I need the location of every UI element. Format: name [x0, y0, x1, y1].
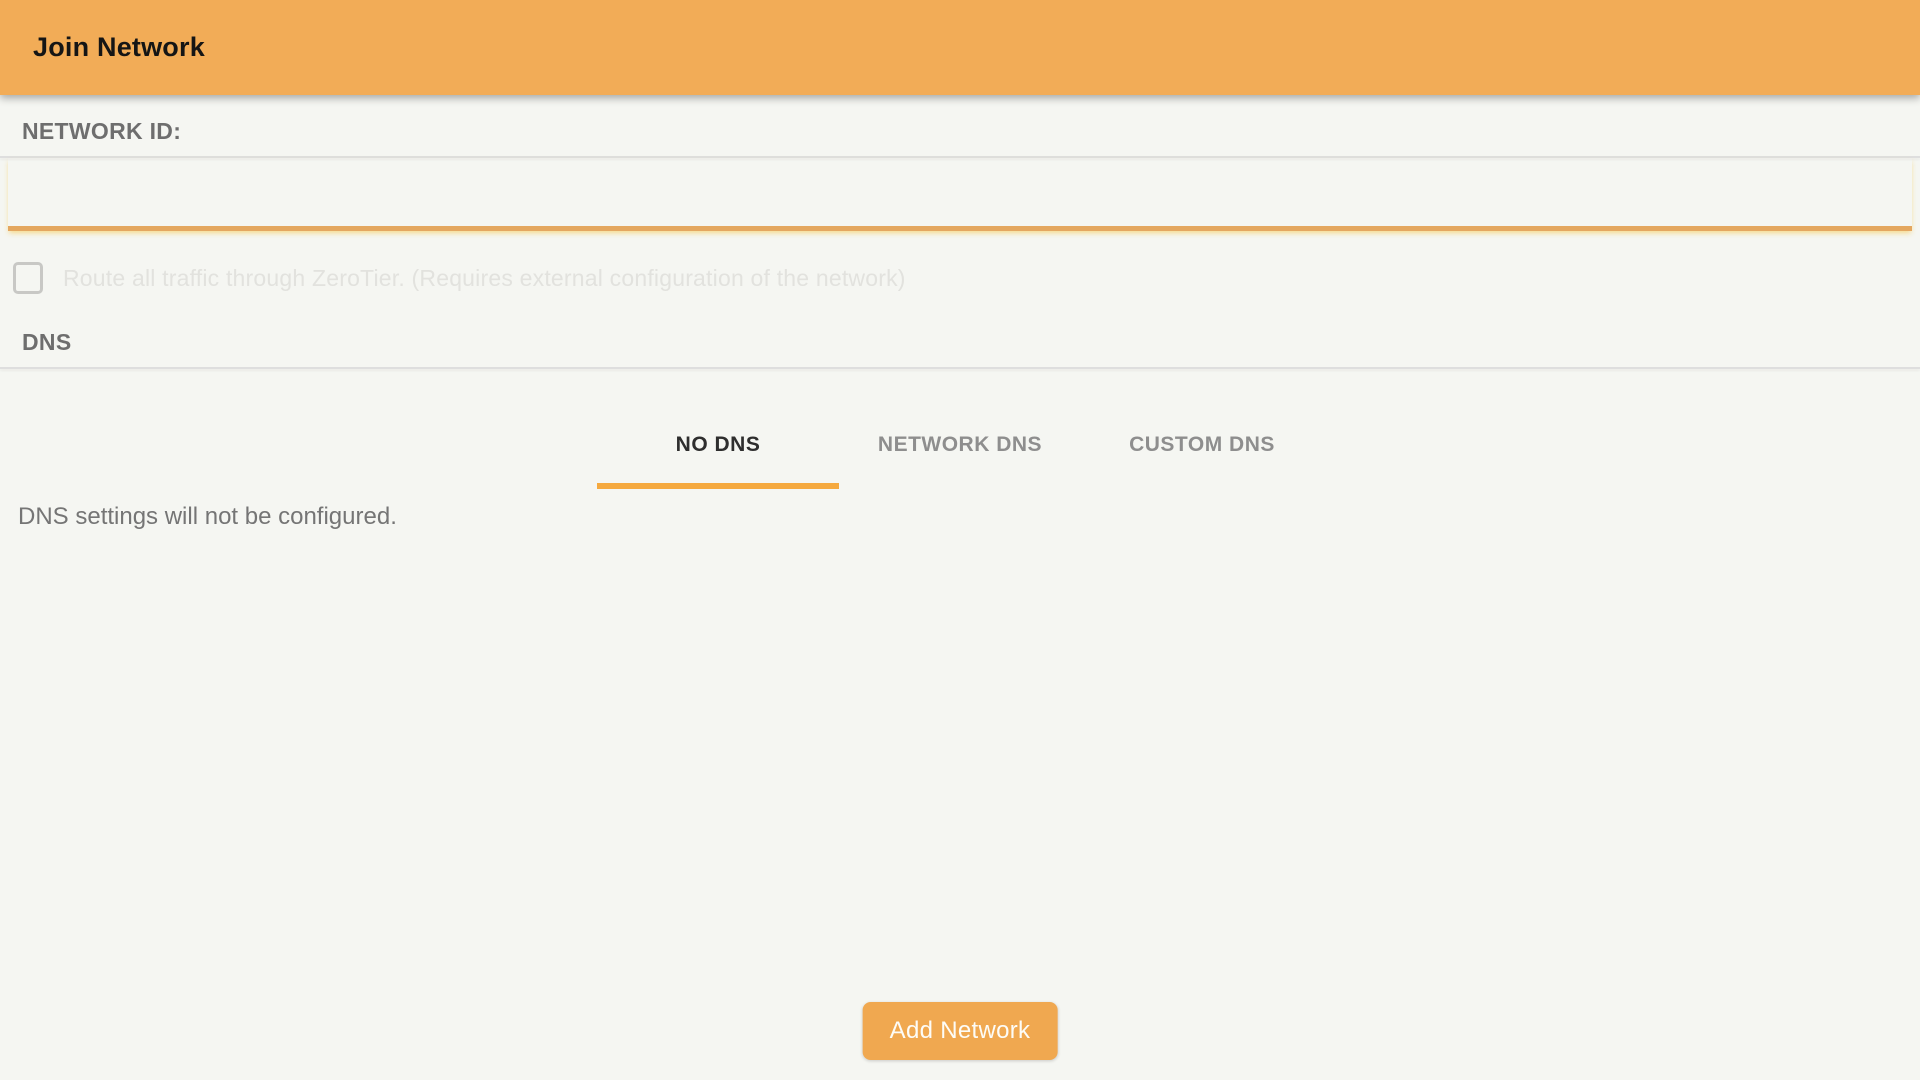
- add-network-button[interactable]: Add Network: [863, 1002, 1058, 1060]
- divider: [0, 367, 1920, 369]
- dns-section-label: DNS: [0, 294, 1920, 356]
- network-id-input[interactable]: [8, 158, 1912, 231]
- tab-network-dns[interactable]: NETWORK DNS: [839, 415, 1081, 489]
- dns-panel-text: DNS settings will not be configured.: [18, 503, 1920, 531]
- route-all-traffic-checkbox-row: Route all traffic through ZeroTier. (Req…: [13, 262, 1920, 294]
- join-network-screen: Join Network NETWORK ID: Route all traff…: [0, 0, 1920, 1080]
- page-title: Join Network: [33, 32, 205, 63]
- app-bar: Join Network: [0, 0, 1920, 95]
- route-all-traffic-checkbox[interactable]: [13, 262, 43, 294]
- dns-tab-bar: NO DNS NETWORK DNS CUSTOM DNS: [0, 415, 1920, 489]
- tab-no-dns[interactable]: NO DNS: [597, 415, 839, 489]
- route-all-traffic-label: Route all traffic through ZeroTier. (Req…: [63, 265, 906, 292]
- network-id-label: NETWORK ID:: [0, 95, 1920, 145]
- tab-custom-dns[interactable]: CUSTOM DNS: [1081, 415, 1323, 489]
